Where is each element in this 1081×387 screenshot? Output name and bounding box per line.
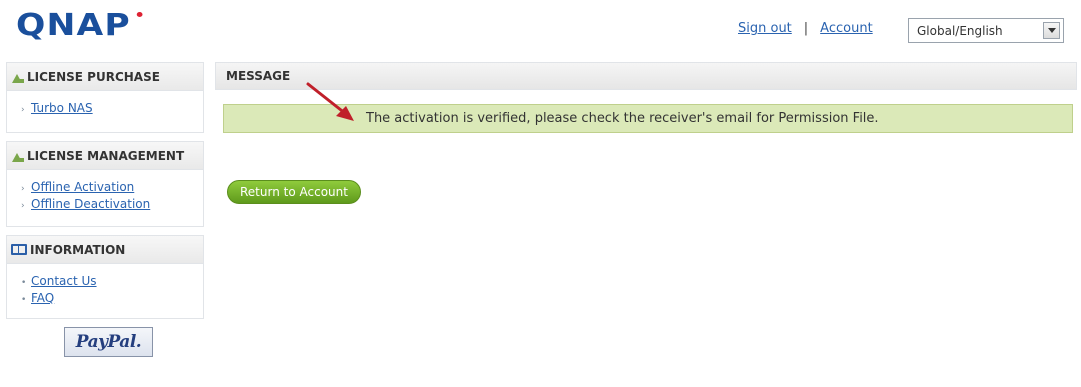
sidebar-item-turbo-nas[interactable]: › Turbo NAS	[21, 101, 203, 118]
contact-us-link[interactable]: Contact Us	[31, 274, 97, 289]
license-management-header: LICENSE MANAGEMENT	[7, 142, 203, 170]
top-links: Sign out | Account	[738, 21, 873, 36]
bullet-icon: •	[21, 278, 27, 288]
sidebar-item-offline-deactivation[interactable]: › Offline Deactivation	[21, 197, 203, 214]
sidebar-item-contact-us[interactable]: • Contact Us	[21, 274, 203, 291]
license-purchase-panel: LICENSE PURCHASE › Turbo NAS	[6, 62, 204, 133]
book-icon	[11, 244, 27, 255]
logo-text: QNAP	[16, 8, 131, 43]
information-panel: INFORMATION • Contact Us • FAQ	[6, 235, 204, 319]
paypal-badge[interactable]: PayPal.	[64, 327, 153, 357]
faq-link[interactable]: FAQ	[31, 291, 54, 306]
language-select[interactable]: Global/English	[908, 18, 1064, 43]
qnap-logo: QNAP	[16, 8, 143, 43]
bullet-icon: ›	[21, 105, 25, 115]
sidebar: LICENSE PURCHASE › Turbo NAS LICENSE MAN…	[6, 62, 204, 357]
language-select-value: Global/English	[917, 23, 1003, 38]
return-to-account-button[interactable]: Return to Account	[227, 180, 361, 204]
license-icon	[11, 71, 24, 83]
paypal-logo-text: PayPal.	[75, 332, 142, 352]
sidebar-item-faq[interactable]: • FAQ	[21, 291, 203, 308]
account-link[interactable]: Account	[820, 21, 873, 36]
top-links-separator: |	[803, 21, 809, 36]
bullet-icon: ›	[21, 184, 25, 194]
license-icon	[11, 150, 24, 162]
license-purchase-header: LICENSE PURCHASE	[7, 63, 203, 91]
license-purchase-title: LICENSE PURCHASE	[27, 69, 160, 84]
sign-out-link[interactable]: Sign out	[738, 21, 792, 36]
bullet-icon: •	[21, 295, 27, 305]
logo-dot	[136, 12, 143, 17]
information-header: INFORMATION	[7, 236, 203, 264]
offline-activation-link[interactable]: Offline Activation	[31, 180, 134, 195]
license-management-panel: LICENSE MANAGEMENT › Offline Activation …	[6, 141, 204, 227]
bullet-icon: ›	[21, 201, 25, 211]
chevron-down-icon[interactable]	[1043, 22, 1060, 39]
offline-deactivation-link[interactable]: Offline Deactivation	[31, 197, 150, 212]
success-message-text: The activation is verified, please check…	[366, 111, 879, 126]
turbo-nas-link[interactable]: Turbo NAS	[31, 101, 93, 116]
annotation-arrow-icon	[306, 82, 354, 121]
information-title: INFORMATION	[30, 242, 126, 257]
message-heading: MESSAGE	[226, 69, 291, 83]
license-management-title: LICENSE MANAGEMENT	[27, 148, 185, 163]
sidebar-item-offline-activation[interactable]: › Offline Activation	[21, 180, 203, 197]
